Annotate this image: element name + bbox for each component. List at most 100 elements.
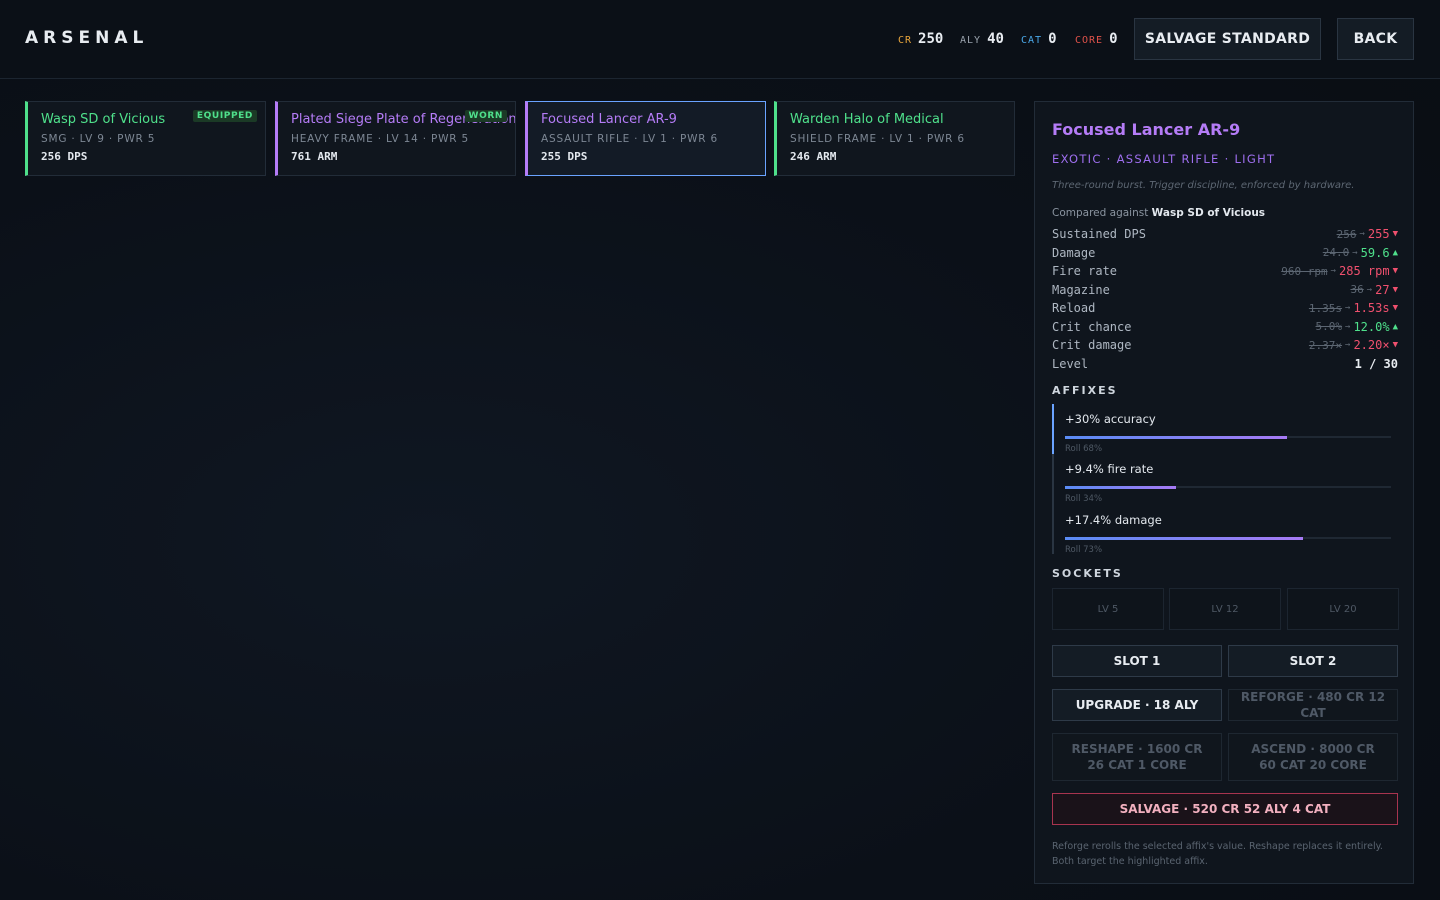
stat-name: Crit damage	[1052, 338, 1132, 352]
stat-old-value: 2.37×	[1308, 338, 1343, 352]
stat-name: Sustained DPS	[1052, 227, 1146, 241]
salvage-standard-button[interactable]: SALVAGE STANDARD	[1134, 18, 1321, 60]
stat-row: Sustained DPS 256 → 255 ▼	[1052, 225, 1398, 243]
currency-aly-label: ALY	[960, 35, 982, 46]
affix-item[interactable]: +9.4% fire rate Roll 34%	[1065, 462, 1391, 504]
affix-roll-fill	[1065, 536, 1303, 540]
triangle-down-icon: ▼	[1392, 340, 1398, 350]
affix-list: +30% accuracy Roll 68% +9.4% fire rate R…	[1052, 404, 1399, 555]
top-bar: ARSENAL CR 250 ALY 40 CAT 0 CORE 0 SALVA…	[0, 0, 1440, 79]
slot-1-button[interactable]: SLOT 1	[1052, 645, 1222, 677]
currency-core-value: 0	[1109, 31, 1118, 47]
currency-core-label: CORE	[1075, 35, 1104, 46]
stat-new-value: 1.53s	[1353, 301, 1390, 315]
arrow-right-icon: →	[1345, 303, 1351, 313]
stat-value: 256 → 255 ▼	[1337, 227, 1398, 241]
reforge-button[interactable]: REFORGE · 480 CR 12 CAT	[1228, 689, 1398, 721]
stat-old-value: 24.0	[1322, 246, 1350, 259]
affix-item[interactable]: +17.4% damage Roll 73%	[1065, 513, 1391, 555]
back-button[interactable]: BACK	[1337, 18, 1414, 60]
stat-row: Reload 1.35s → 1.53s ▼	[1052, 299, 1398, 317]
arrow-right-icon: →	[1345, 340, 1351, 350]
item-meta: SMG · LV 9 · PWR 5	[41, 133, 156, 145]
item-stat: 246 ARM	[790, 150, 837, 163]
stat-row: Crit chance 5.0% → 12.0% ▲	[1052, 318, 1398, 336]
currency-cr-value: 250	[918, 31, 944, 47]
stat-value: 1.35s → 1.53s ▼	[1309, 301, 1398, 315]
arrow-right-icon: →	[1352, 247, 1358, 258]
affix-name: +30% accuracy	[1065, 412, 1156, 426]
item-card-wasp[interactable]: Wasp SD of Vicious SMG · LV 9 · PWR 5 25…	[25, 101, 266, 176]
item-meta: ASSAULT RIFLE · LV 1 · PWR 6	[541, 133, 718, 145]
affix-roll-track	[1065, 485, 1391, 489]
triangle-up-icon: ▲	[1392, 247, 1398, 258]
affix-item[interactable]: +30% accuracy Roll 68%	[1065, 412, 1391, 454]
stat-new-value: 12.0%	[1353, 319, 1390, 334]
item-stat: 761 ARM	[291, 150, 338, 163]
stat-row-level: Level 1 / 30	[1052, 355, 1398, 373]
worn-badge: WORN	[464, 110, 507, 122]
stat-new-value: 255	[1367, 227, 1390, 241]
triangle-up-icon: ▲	[1392, 321, 1398, 332]
stat-row: Fire rate 960 rpm → 285 rpm ▼	[1052, 262, 1398, 280]
upgrade-button[interactable]: UPGRADE · 18 ALY	[1052, 689, 1222, 721]
item-card-plated-siege[interactable]: Plated Siege Plate of Regeneration HEAVY…	[275, 101, 516, 176]
affix-name: +9.4% fire rate	[1065, 462, 1154, 476]
stat-old-value: 960 rpm	[1281, 264, 1328, 278]
arrow-right-icon: →	[1345, 321, 1351, 332]
detail-flavor-text: Three-round burst. Trigger discipline, e…	[1052, 180, 1355, 191]
equipped-badge: EQUIPPED	[192, 110, 257, 122]
compare-line: Compared against Wasp SD of Vicious	[1052, 207, 1265, 219]
item-name: Focused Lancer AR-9	[541, 112, 677, 127]
stat-name: Magazine	[1052, 282, 1110, 297]
stat-value: 2.37× → 2.20× ▼	[1309, 338, 1398, 352]
stat-value: 1 / 30	[1354, 357, 1398, 371]
stat-new-value: 59.6	[1360, 245, 1390, 260]
sockets-heading: SOCKETS	[1052, 567, 1123, 580]
ascend-button[interactable]: ASCEND · 8000 CR 60 CAT 20 CORE	[1228, 733, 1398, 781]
triangle-down-icon: ▼	[1392, 303, 1398, 313]
item-name: Warden Halo of Medical	[790, 112, 944, 127]
affix-roll-track	[1065, 536, 1391, 540]
item-card-focused-lancer[interactable]: Focused Lancer AR-9 ASSAULT RIFLE · LV 1…	[525, 101, 766, 176]
currency-cat-label: CAT	[1021, 35, 1043, 46]
currency-cat-value: 0	[1048, 31, 1057, 47]
stat-old-value: 36	[1350, 283, 1364, 296]
currency-cat: CAT 0	[1021, 31, 1057, 47]
reshape-button[interactable]: RESHAPE · 1600 CR 26 CAT 1 CORE	[1052, 733, 1222, 781]
slot-2-button[interactable]: SLOT 2	[1228, 645, 1398, 677]
triangle-down-icon: ▼	[1392, 229, 1398, 239]
help-note: Reforge rerolls the selected affix's val…	[1052, 841, 1383, 867]
item-card-warden-halo[interactable]: Warden Halo of Medical SHIELD FRAME · LV…	[774, 101, 1015, 176]
stat-value: 24.0 → 59.6 ▲	[1323, 246, 1398, 260]
currency-cr-label: CR	[898, 35, 913, 46]
socket-slot: LV 20	[1287, 588, 1399, 630]
stat-new-value: 2.20×	[1353, 338, 1390, 352]
currency-aly-value: 40	[987, 31, 1004, 47]
detail-title: Focused Lancer AR-9	[1052, 120, 1241, 139]
salvage-button[interactable]: SALVAGE · 520 CR 52 ALY 4 CAT	[1052, 793, 1398, 825]
stat-row: Damage 24.0 → 59.6 ▲	[1052, 244, 1398, 262]
affix-name: +17.4% damage	[1065, 513, 1162, 527]
affix-roll-label: Roll 68%	[1065, 444, 1103, 454]
affix-roll-label: Roll 34%	[1065, 494, 1103, 504]
arrow-right-icon: →	[1366, 284, 1373, 295]
app-title: ARSENAL	[25, 28, 149, 48]
stat-name: Level	[1052, 357, 1089, 371]
stat-name: Fire rate	[1052, 264, 1118, 278]
stat-new-value: 285 rpm	[1339, 264, 1390, 278]
affix-roll-fill	[1065, 485, 1176, 489]
affixes-heading: AFFIXES	[1052, 384, 1118, 397]
arrow-right-icon: →	[1330, 266, 1336, 276]
stat-old-value: 1.35s	[1308, 301, 1343, 315]
stat-value: 36 → 27 ▼	[1350, 283, 1398, 297]
stat-value: 5.0% → 12.0% ▲	[1316, 320, 1398, 334]
currency-cr: CR 250	[898, 31, 943, 47]
affix-roll-label: Roll 73%	[1065, 545, 1103, 555]
compare-prefix: Compared against	[1052, 207, 1149, 219]
item-stat: 256 DPS	[41, 150, 88, 163]
socket-slot: LV 5	[1052, 588, 1164, 630]
arrow-right-icon: →	[1359, 229, 1365, 239]
currency-aly: ALY 40	[960, 31, 1004, 47]
affix-roll-track	[1065, 435, 1391, 439]
